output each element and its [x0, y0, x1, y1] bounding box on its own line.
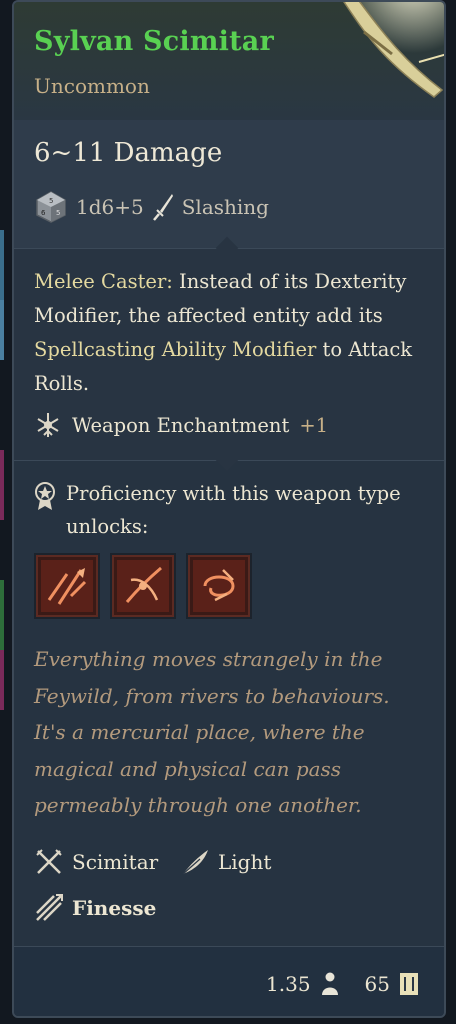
property-finesse-label: Finesse [72, 896, 157, 920]
tooltip-footer: 1.35 65 [14, 946, 444, 1016]
crossed-swords-icon [36, 849, 62, 874]
sword-icon [152, 194, 173, 221]
damage-range: 6~11 Damage [34, 138, 223, 168]
weapon-action-1-icon [41, 560, 93, 612]
item-value: 65 [364, 972, 390, 996]
svg-text:5: 5 [56, 209, 60, 217]
property-light: Light [180, 847, 271, 877]
weapon-action-3[interactable] [186, 553, 252, 619]
svg-text:5: 5 [49, 197, 53, 205]
edge-strip [0, 650, 4, 710]
proficiency-text: Proficiency with this weapon type unlock… [66, 482, 401, 538]
property-scimitar-label: Scimitar [72, 850, 159, 874]
edge-strip [0, 450, 4, 520]
damage-dice: 1d6+5 [76, 195, 144, 219]
proficiency-section: Proficiency with this weapon type unlock… [14, 448, 444, 947]
edge-strip [0, 300, 4, 360]
property-scimitar: Scimitar [34, 847, 158, 877]
passive-description: Melee Caster: Instead of its Dexterity M… [34, 265, 424, 401]
passive-highlight: Spellcasting Ability Modifier [34, 338, 317, 361]
property-light-label: Light [218, 850, 272, 874]
weight-icon [321, 972, 338, 995]
damage-detail-row: 5 6 5 1d6+5 Slashing [34, 190, 269, 224]
item-name: Sylvan Scimitar [34, 26, 274, 57]
flavor-text: Everything moves strangely in the Feywil… [34, 647, 390, 817]
enchantment-bonus: +1 [299, 413, 329, 437]
weapon-action-list [34, 553, 252, 619]
finesse-blades-icon [36, 894, 63, 921]
damage-type: Slashing [181, 195, 269, 219]
edge-strip [0, 580, 4, 650]
dice-icon: 5 6 5 [36, 191, 66, 223]
property-finesse: Finesse [34, 893, 156, 923]
item-weight: 1.35 [266, 972, 311, 996]
passive-section: Melee Caster: Instead of its Dexterity M… [14, 236, 444, 461]
enchantment-label: Weapon Enchantment [72, 413, 290, 437]
weapon-action-2-icon [117, 560, 169, 612]
item-tooltip: Sylvan Scimitar Uncommon 6~11 Damage 5 6… [12, 0, 446, 1018]
tooltip-header: Sylvan Scimitar Uncommon [14, 2, 444, 120]
weapon-action-1[interactable] [34, 553, 100, 619]
proficiency-medal-icon [35, 482, 55, 510]
scimitar-blade-icon [339, 2, 444, 98]
item-stats: 1.35 65 [266, 971, 420, 997]
feather-icon [182, 850, 208, 875]
damage-section: 6~11 Damage 5 6 5 1d6+5 Slashing [14, 120, 444, 248]
item-rarity: Uncommon [34, 74, 150, 98]
edge-strip [0, 230, 4, 300]
passive-name: Melee Caster: [34, 270, 173, 293]
weapon-enchantment: Weapon Enchantment +1 [34, 411, 328, 439]
weapon-action-2[interactable] [110, 553, 176, 619]
proficiency-row: Proficiency with this weapon type unlock… [34, 477, 424, 543]
enchantment-icon [37, 413, 59, 437]
weapon-action-3-icon [193, 560, 245, 612]
svg-text:6: 6 [41, 209, 46, 217]
gold-value-icon [400, 973, 418, 995]
